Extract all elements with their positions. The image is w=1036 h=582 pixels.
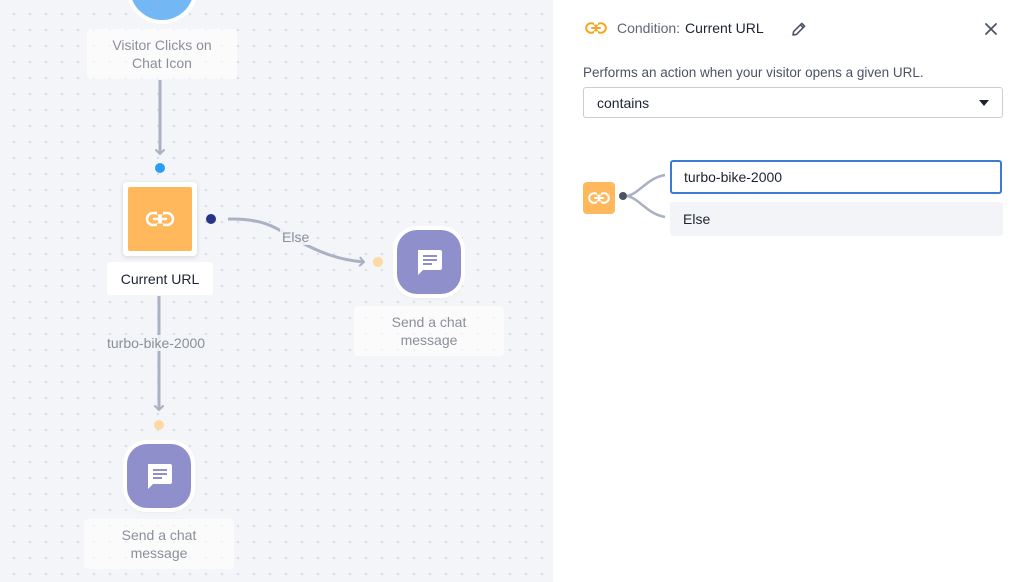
branch-condition-icon (583, 182, 615, 214)
flow-canvas[interactable]: Visitor Clicks on Chat Icon Current URL … (0, 0, 553, 582)
else-branch-row: Else (670, 202, 1003, 236)
branch-connector-lines (619, 173, 666, 219)
condition-description: Performs an action when your visitor ope… (583, 65, 924, 80)
condition-label: Condition: (617, 20, 681, 36)
link-icon (588, 192, 610, 204)
send-chat-message-label-bottom: Send a chat message (84, 519, 234, 569)
input-port-chat-right (373, 257, 383, 267)
condition-node[interactable] (123, 182, 197, 256)
chat-message-icon (418, 250, 442, 275)
input-port-condition (155, 163, 165, 173)
chat-message-icon (148, 464, 172, 489)
input-port-chat-bottom (154, 420, 164, 430)
flow-connectors (154, 80, 383, 430)
condition-name: Current URL (685, 20, 764, 36)
link-icon (585, 22, 607, 34)
link-icon (145, 211, 175, 227)
edit-name-button[interactable] (788, 18, 810, 40)
condition-node-label: Current URL (107, 262, 213, 295)
send-chat-message-node-bottom[interactable] (127, 444, 191, 508)
operator-selected-value: contains (597, 94, 650, 111)
close-icon (985, 23, 997, 35)
caret-down-icon (979, 100, 989, 106)
condition-node-tile (128, 187, 192, 251)
close-panel-button[interactable] (980, 18, 1002, 40)
match-edge-label: turbo-bike-2000 (105, 335, 208, 351)
condition-settings-panel: Condition: Current URL Performs an actio… (553, 0, 1036, 582)
trigger-node-label: Visitor Clicks on Chat Icon (87, 29, 237, 79)
operator-select[interactable]: contains (583, 87, 1003, 118)
else-branch-label: Else (683, 211, 711, 227)
url-match-input[interactable] (670, 160, 1002, 194)
pencil-icon (792, 22, 806, 36)
panel-header: Condition: Current URL (585, 19, 764, 37)
send-chat-message-label-right: Send a chat message (354, 306, 504, 356)
else-output-port (206, 214, 216, 224)
else-edge-label: Else (280, 229, 312, 245)
send-chat-message-node-right[interactable] (397, 230, 461, 294)
